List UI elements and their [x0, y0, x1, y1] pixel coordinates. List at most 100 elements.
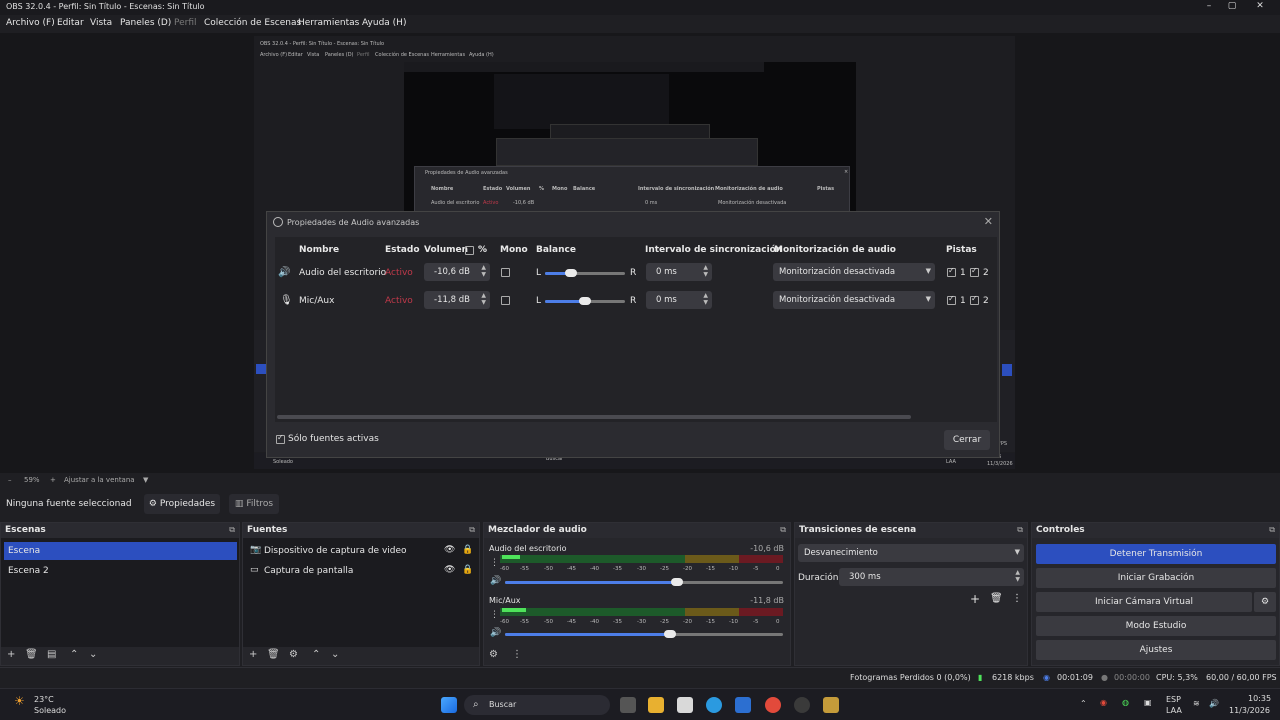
- trash-icon[interactable]: 🗑: [990, 593, 1003, 604]
- balance-slider[interactable]: [545, 297, 625, 305]
- spin-arrows-icon[interactable]: ▲ ▼: [481, 292, 486, 306]
- language-primary[interactable]: ESP: [1166, 695, 1181, 704]
- chevron-down-icon[interactable]: ⌄: [89, 649, 97, 660]
- spin-arrows-icon[interactable]: ▲ ▼: [481, 264, 486, 278]
- settings-icon[interactable]: ⚙: [489, 649, 498, 660]
- close-icon[interactable]: ✕: [1250, 1, 1270, 11]
- track2-checkbox[interactable]: [970, 294, 979, 305]
- settings-button[interactable]: Ajustes: [1036, 640, 1276, 660]
- source-item[interactable]: 📷 Dispositivo de captura de video 👁 🔒: [246, 542, 478, 560]
- studio-mode-button[interactable]: Modo Estudio: [1036, 616, 1276, 636]
- filters-button[interactable]: ▥ Filtros: [229, 494, 279, 514]
- trash-icon[interactable]: 🗑: [25, 649, 38, 660]
- chevron-down-icon[interactable]: ⌄: [331, 649, 339, 660]
- undock-icon[interactable]: ⧉: [1017, 525, 1023, 535]
- undock-icon[interactable]: ⧉: [469, 525, 475, 535]
- trash-icon[interactable]: 🗑: [267, 649, 280, 660]
- slider-handle[interactable]: [579, 297, 591, 305]
- kebab-menu-icon[interactable]: ⋮: [490, 558, 499, 568]
- zoom-out-button[interactable]: –: [8, 476, 12, 484]
- chrome-icon[interactable]: [765, 697, 781, 713]
- gear-icon[interactable]: ⚙: [1254, 592, 1276, 612]
- gear-icon[interactable]: ⚙: [289, 649, 298, 660]
- kebab-menu-icon[interactable]: ⋮: [1012, 593, 1022, 604]
- slider-handle[interactable]: [671, 578, 683, 586]
- windows-start-icon[interactable]: [441, 697, 457, 713]
- kebab-menu-icon[interactable]: ⋮: [512, 649, 522, 660]
- tray-icon-2[interactable]: ▣: [1144, 698, 1152, 707]
- start-virtual-camera-button[interactable]: Iniciar Cámara Virtual: [1036, 592, 1252, 612]
- speaker-icon[interactable]: 🔊: [490, 576, 501, 586]
- mono-checkbox[interactable]: [501, 268, 510, 277]
- mail-icon[interactable]: [735, 697, 751, 713]
- transition-dropdown[interactable]: Desvanecimiento ▼: [798, 544, 1024, 562]
- track2-checkbox[interactable]: [970, 266, 979, 277]
- sync-spinbox[interactable]: 0 ms ▲ ▼: [646, 263, 712, 281]
- zoom-in-button[interactable]: +: [50, 476, 56, 484]
- tray-icon[interactable]: ◍: [1122, 698, 1129, 707]
- spin-arrows-icon[interactable]: ▲ ▼: [703, 264, 708, 278]
- undock-icon[interactable]: ⧉: [780, 525, 786, 535]
- obs-tray-icon[interactable]: ◉: [1100, 698, 1107, 707]
- spin-arrows-icon[interactable]: ▲ ▼: [1015, 569, 1020, 583]
- lock-icon[interactable]: 🔒: [462, 565, 473, 575]
- menu-herramientas[interactable]: Herramientas: [298, 18, 359, 28]
- close-icon[interactable]: ✕: [984, 215, 993, 228]
- volume-slider[interactable]: [505, 578, 783, 586]
- search-box[interactable]: ⌕ Buscar: [464, 695, 610, 715]
- chevron-down-icon[interactable]: ▼: [143, 476, 148, 484]
- file-explorer-icon[interactable]: [648, 697, 664, 713]
- wifi-icon[interactable]: ≋: [1193, 699, 1200, 708]
- balance-slider[interactable]: [545, 269, 625, 277]
- maximize-icon[interactable]: ▢: [1222, 1, 1242, 11]
- task-view-icon[interactable]: [620, 697, 636, 713]
- scene-item[interactable]: Escena: [4, 542, 237, 560]
- menu-ayuda[interactable]: Ayuda (H): [362, 18, 406, 28]
- volume-percent-checkbox[interactable]: [465, 246, 474, 255]
- spin-arrows-icon[interactable]: ▲ ▼: [703, 292, 708, 306]
- monitoring-dropdown[interactable]: Monitorización desactivada ▼: [773, 263, 935, 281]
- obs-icon[interactable]: [794, 697, 810, 713]
- add-icon[interactable]: +: [7, 649, 15, 660]
- chevron-up-icon[interactable]: ⌃: [70, 649, 78, 660]
- monitoring-dropdown[interactable]: Monitorización desactivada ▼: [773, 291, 935, 309]
- only-active-checkbox[interactable]: [276, 433, 285, 444]
- add-icon[interactable]: +: [970, 592, 980, 606]
- edge-icon[interactable]: [706, 697, 722, 713]
- add-icon[interactable]: +: [249, 649, 257, 660]
- volume-spinbox[interactable]: -11,8 dB ▲ ▼: [424, 291, 490, 309]
- volume-icon[interactable]: 🔊: [1209, 699, 1219, 708]
- eye-icon[interactable]: 👁: [444, 565, 455, 575]
- track1-checkbox[interactable]: [947, 294, 956, 305]
- clock-time[interactable]: 10:35: [1248, 694, 1271, 703]
- slider-handle[interactable]: [664, 630, 676, 638]
- kebab-menu-icon[interactable]: ⋮: [490, 610, 499, 620]
- filter-icon[interactable]: ▤: [47, 649, 56, 660]
- mono-checkbox[interactable]: [501, 296, 510, 305]
- menu-vista[interactable]: Vista: [90, 18, 112, 28]
- volume-slider[interactable]: [505, 630, 783, 638]
- menu-archivo[interactable]: Archivo (F): [6, 18, 55, 28]
- eye-icon[interactable]: 👁: [444, 545, 455, 555]
- menu-perfil[interactable]: Perfil: [174, 18, 197, 28]
- lock-icon[interactable]: 🔒: [462, 545, 473, 555]
- close-button[interactable]: Cerrar: [944, 430, 990, 450]
- weather-icon[interactable]: ☀: [14, 694, 25, 708]
- scene-item[interactable]: Escena 2: [4, 562, 237, 580]
- menu-editar[interactable]: Editar: [57, 18, 84, 28]
- source-item[interactable]: ▭ Captura de pantalla 👁 🔒: [246, 562, 478, 580]
- undock-icon[interactable]: ⧉: [229, 525, 235, 535]
- chevron-up-icon[interactable]: ⌃: [1080, 699, 1087, 708]
- duration-spinbox[interactable]: 300 ms ▲ ▼: [839, 568, 1024, 586]
- properties-button[interactable]: ⚙ Propiedades: [144, 494, 220, 514]
- speaker-icon[interactable]: 🔊: [490, 628, 501, 638]
- slider-handle[interactable]: [565, 269, 577, 277]
- volume-spinbox[interactable]: -10,6 dB ▲ ▼: [424, 263, 490, 281]
- start-recording-button[interactable]: Iniciar Grabación: [1036, 568, 1276, 588]
- stop-stream-button[interactable]: Detener Transmisión: [1036, 544, 1276, 564]
- track1-checkbox[interactable]: [947, 266, 956, 277]
- chevron-up-icon[interactable]: ⌃: [312, 649, 320, 660]
- sync-spinbox[interactable]: 0 ms ▲ ▼: [646, 291, 712, 309]
- horizontal-scrollbar[interactable]: [277, 415, 911, 419]
- undock-icon[interactable]: ⧉: [1269, 525, 1275, 535]
